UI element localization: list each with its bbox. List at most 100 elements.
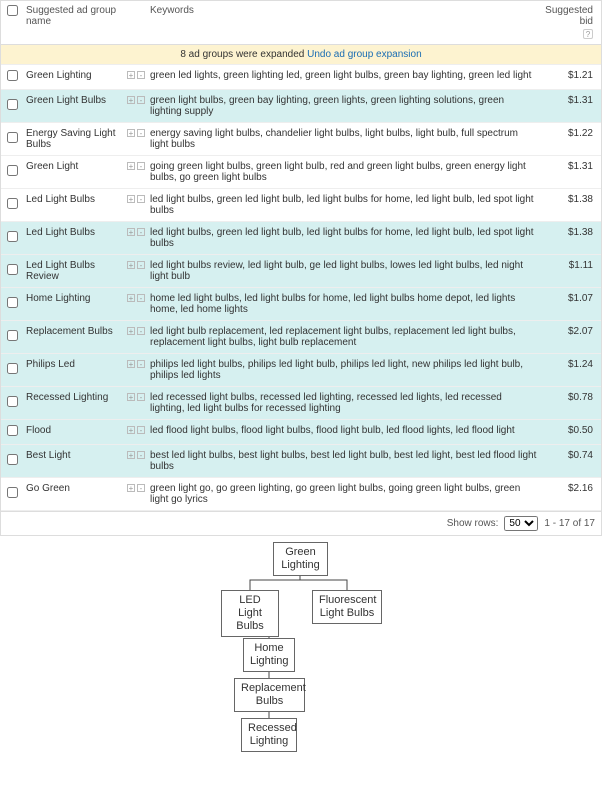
expand-cell[interactable]: +- — [123, 288, 147, 321]
plus-icon[interactable]: + — [127, 393, 135, 401]
adgroup-name: Best Light — [23, 445, 123, 478]
expand-cell[interactable]: +- — [123, 445, 147, 478]
plus-icon[interactable]: + — [127, 96, 135, 104]
collapse-icon[interactable]: - — [137, 71, 145, 79]
plus-icon[interactable]: + — [127, 327, 135, 335]
keywords-cell: green light bulbs, green bay lighting, g… — [147, 90, 541, 123]
adgroup-name: Energy Saving Light Bulbs — [23, 123, 123, 156]
plus-icon[interactable]: + — [127, 228, 135, 236]
bid-cell: $0.50 — [541, 420, 601, 445]
bid-cell: $2.07 — [541, 321, 601, 354]
select-all-checkbox[interactable] — [7, 5, 18, 16]
row-check[interactable] — [1, 255, 23, 288]
expand-cell[interactable]: +- — [123, 90, 147, 123]
header-keywords[interactable]: Keywords — [147, 1, 541, 45]
plus-icon[interactable]: + — [127, 294, 135, 302]
expand-cell[interactable]: +- — [123, 156, 147, 189]
pagesize-select[interactable]: 50 — [504, 516, 538, 531]
collapse-icon[interactable]: - — [137, 162, 145, 170]
expand-cell[interactable]: +- — [123, 123, 147, 156]
plus-icon[interactable]: + — [127, 451, 135, 459]
row-checkbox[interactable] — [7, 264, 18, 275]
table-row[interactable]: Led Light Bulbs Review+-led light bulbs … — [1, 255, 601, 288]
row-check[interactable] — [1, 65, 23, 90]
collapse-icon[interactable]: - — [137, 129, 145, 137]
table-row[interactable]: Energy Saving Light Bulbs+-energy saving… — [1, 123, 601, 156]
row-checkbox[interactable] — [7, 231, 18, 242]
collapse-icon[interactable]: - — [137, 261, 145, 269]
table-row[interactable]: Green Light Bulbs+-green light bulbs, gr… — [1, 90, 601, 123]
table-row[interactable]: Best Light+-best led light bulbs, best l… — [1, 445, 601, 478]
row-check[interactable] — [1, 222, 23, 255]
plus-icon[interactable]: + — [127, 261, 135, 269]
row-checkbox[interactable] — [7, 454, 18, 465]
row-check[interactable] — [1, 156, 23, 189]
plus-icon[interactable]: + — [127, 360, 135, 368]
row-check[interactable] — [1, 387, 23, 420]
row-checkbox[interactable] — [7, 165, 18, 176]
keywords-cell: energy saving light bulbs, chandelier li… — [147, 123, 541, 156]
plus-icon[interactable]: + — [127, 484, 135, 492]
expand-cell[interactable]: +- — [123, 354, 147, 387]
row-checkbox[interactable] — [7, 198, 18, 209]
plus-icon[interactable]: + — [127, 129, 135, 137]
collapse-icon[interactable]: - — [137, 294, 145, 302]
row-check[interactable] — [1, 354, 23, 387]
table-row[interactable]: Philips Led+-philips led light bulbs, ph… — [1, 354, 601, 387]
row-checkbox[interactable] — [7, 132, 18, 143]
header-name[interactable]: Suggested ad group name — [23, 1, 123, 45]
expand-cell[interactable]: +- — [123, 387, 147, 420]
header-bid[interactable]: Suggested bid? — [541, 1, 601, 45]
expand-cell[interactable]: +- — [123, 222, 147, 255]
expand-cell[interactable]: +- — [123, 189, 147, 222]
collapse-icon[interactable]: - — [137, 228, 145, 236]
plus-icon[interactable]: + — [127, 162, 135, 170]
row-check[interactable] — [1, 321, 23, 354]
header-check[interactable] — [1, 1, 23, 45]
table-row[interactable]: Home Lighting+-home led light bulbs, led… — [1, 288, 601, 321]
row-checkbox[interactable] — [7, 425, 18, 436]
collapse-icon[interactable]: - — [137, 484, 145, 492]
page-range: 1 - 17 of 17 — [544, 518, 595, 529]
table-row[interactable]: Recessed Lighting+-led recessed light bu… — [1, 387, 601, 420]
plus-icon[interactable]: + — [127, 71, 135, 79]
row-check[interactable] — [1, 123, 23, 156]
help-icon[interactable]: ? — [583, 29, 593, 39]
row-check[interactable] — [1, 445, 23, 478]
table-row[interactable]: Flood+-led flood light bulbs, flood ligh… — [1, 420, 601, 445]
collapse-icon[interactable]: - — [137, 393, 145, 401]
expand-cell[interactable]: +- — [123, 420, 147, 445]
row-check[interactable] — [1, 288, 23, 321]
table-row[interactable]: Green Light+-going green light bulbs, gr… — [1, 156, 601, 189]
row-checkbox[interactable] — [7, 396, 18, 407]
collapse-icon[interactable]: - — [137, 451, 145, 459]
table-row[interactable]: Replacement Bulbs+-led light bulb replac… — [1, 321, 601, 354]
collapse-icon[interactable]: - — [137, 360, 145, 368]
row-check[interactable] — [1, 478, 23, 511]
row-checkbox[interactable] — [7, 330, 18, 341]
collapse-icon[interactable]: - — [137, 195, 145, 203]
row-checkbox[interactable] — [7, 363, 18, 374]
collapse-icon[interactable]: - — [137, 327, 145, 335]
row-checkbox[interactable] — [7, 297, 18, 308]
row-check[interactable] — [1, 420, 23, 445]
expand-cell[interactable]: +- — [123, 478, 147, 511]
collapse-icon[interactable]: - — [137, 426, 145, 434]
adgroup-table-wrap: Suggested ad group name Keywords Suggest… — [0, 0, 602, 536]
row-check[interactable] — [1, 90, 23, 123]
row-checkbox[interactable] — [7, 70, 18, 81]
row-check[interactable] — [1, 189, 23, 222]
expand-cell[interactable]: +- — [123, 255, 147, 288]
row-checkbox[interactable] — [7, 487, 18, 498]
table-row[interactable]: Led Light Bulbs+-led light bulbs, green … — [1, 222, 601, 255]
table-row[interactable]: Led Light Bulbs+-led light bulbs, green … — [1, 189, 601, 222]
table-row[interactable]: Go Green+-green light go, go green light… — [1, 478, 601, 511]
collapse-icon[interactable]: - — [137, 96, 145, 104]
expand-cell[interactable]: +- — [123, 321, 147, 354]
expand-cell[interactable]: +- — [123, 65, 147, 90]
undo-link[interactable]: Undo ad group expansion — [307, 49, 422, 60]
plus-icon[interactable]: + — [127, 426, 135, 434]
plus-icon[interactable]: + — [127, 195, 135, 203]
row-checkbox[interactable] — [7, 99, 18, 110]
table-row[interactable]: Green Lighting+-green led lights, green … — [1, 65, 601, 90]
